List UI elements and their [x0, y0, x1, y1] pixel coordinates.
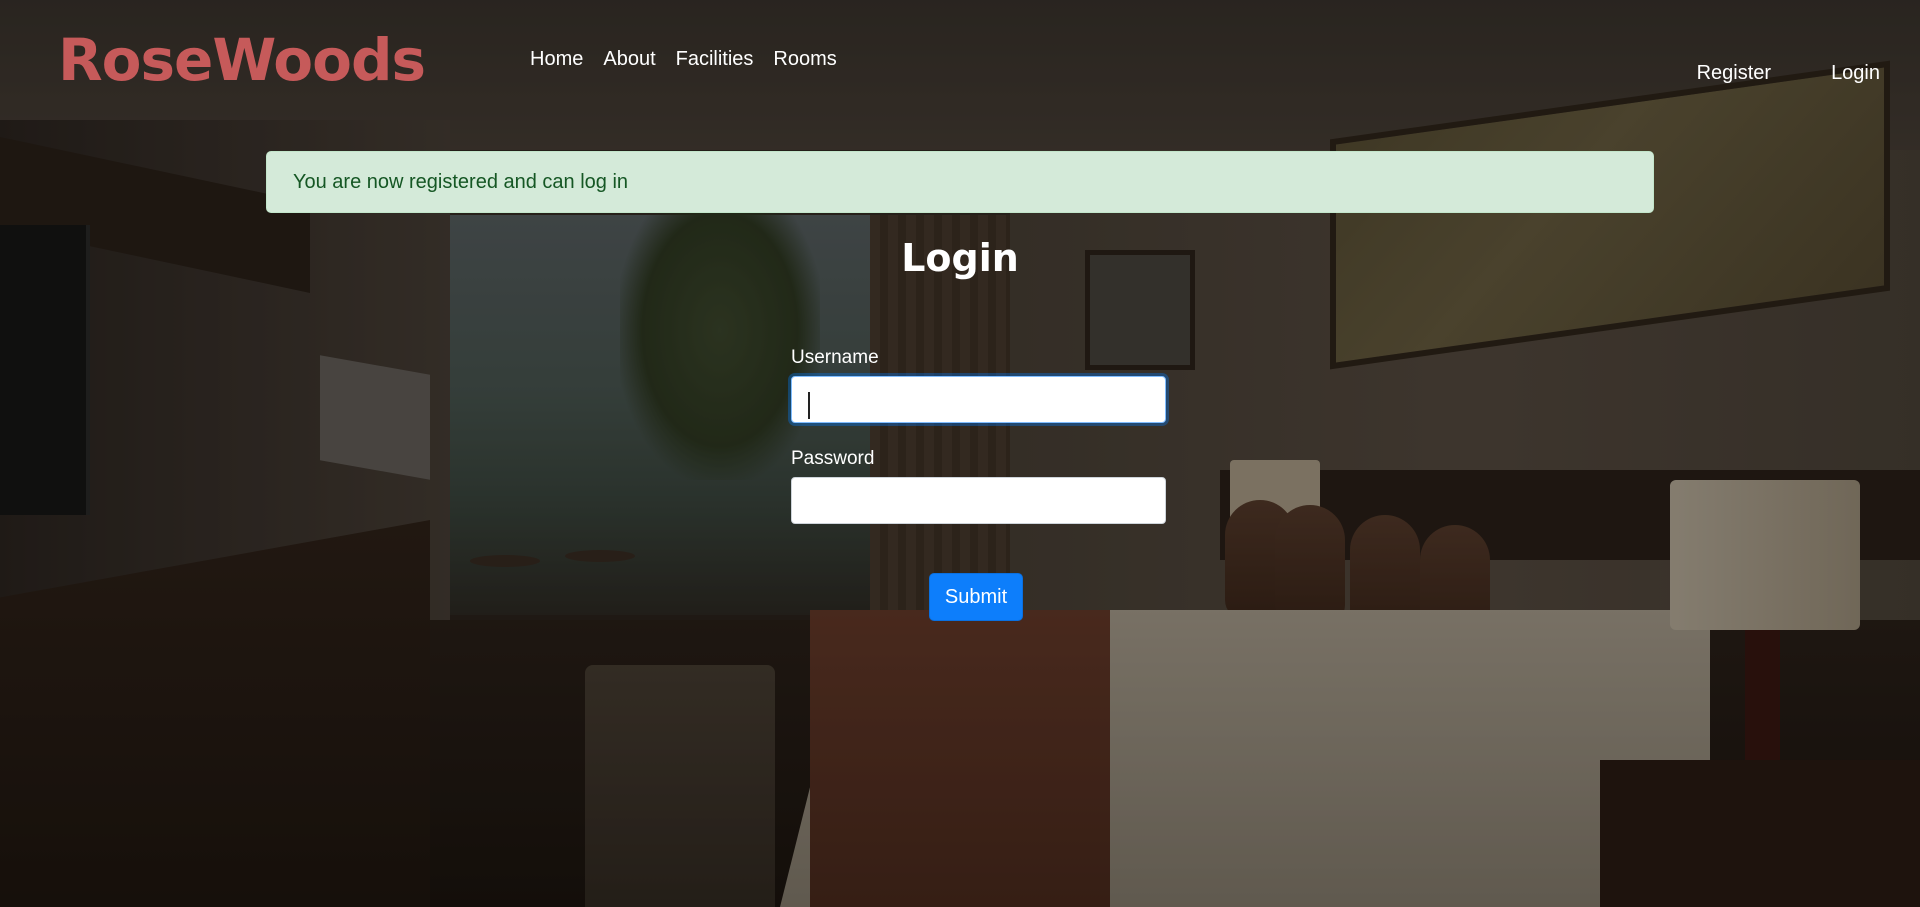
success-alert: You are now registered and can log in — [266, 151, 1654, 213]
nav-link-login[interactable]: Login — [1821, 60, 1890, 86]
alert-message: You are now registered and can log in — [293, 171, 629, 193]
password-input[interactable] — [791, 477, 1166, 524]
nav-links-right: Register Login — [1687, 60, 1890, 86]
username-label: Username — [791, 347, 879, 368]
password-label: Password — [791, 448, 875, 469]
username-group: Username — [791, 340, 1166, 423]
nav-links-left: Home About Facilities Rooms — [520, 46, 847, 72]
navbar: RoseWoods Home About Facilities Rooms Re… — [0, 0, 1920, 120]
nav-link-home[interactable]: Home — [520, 46, 593, 72]
password-group: Password — [791, 441, 1166, 524]
nav-link-register[interactable]: Register — [1687, 60, 1781, 86]
login-form: Username Password — [791, 340, 1166, 524]
nav-link-rooms[interactable]: Rooms — [763, 46, 846, 72]
text-cursor — [808, 392, 810, 419]
nav-link-about[interactable]: About — [593, 46, 665, 72]
page: RoseWoods Home About Facilities Rooms Re… — [0, 0, 1920, 907]
page-title: Login — [901, 236, 1019, 280]
submit-button[interactable]: Submit — [929, 573, 1023, 621]
brand-logo[interactable]: RoseWoods — [58, 24, 426, 96]
nav-link-facilities[interactable]: Facilities — [666, 46, 764, 72]
username-input[interactable] — [791, 376, 1166, 423]
